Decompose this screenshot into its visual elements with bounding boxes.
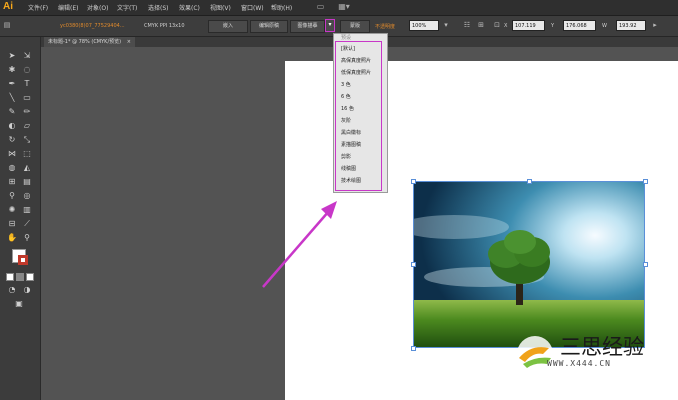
preset-sketched-art[interactable]: 素描图稿 [341, 141, 361, 148]
blend-tool-icon[interactable]: ◎ [21, 191, 33, 201]
opacity-label[interactable]: 不透明度 [375, 23, 395, 30]
app-logo: Ai [3, 1, 13, 12]
annotation-arrow [262, 201, 337, 288]
scale-tool-icon[interactable]: ⤡ [21, 135, 33, 145]
color-info: CMYK PPI 13x10 [144, 23, 185, 29]
rectangle-tool-icon[interactable]: ▭ [21, 93, 33, 103]
stroke-swatch[interactable] [18, 255, 28, 265]
preset-default[interactable]: [默认] [341, 45, 355, 52]
opacity-dropdown-icon[interactable]: ▾ [441, 20, 451, 31]
menu-select[interactable]: 选择(S) [148, 3, 169, 12]
mask-button[interactable]: 蒙版 [340, 20, 370, 33]
preset-silhouettes[interactable]: 剪影 [341, 153, 351, 160]
arrange-documents-icon[interactable]: ▦▾ [336, 2, 352, 12]
w-field[interactable]: 193.92 [616, 20, 646, 31]
resize-handle-top[interactable] [527, 179, 532, 184]
resize-handle-bottom-left[interactable] [411, 346, 416, 351]
close-icon[interactable]: × [127, 39, 131, 45]
x-field[interactable]: 107.119 [512, 20, 545, 31]
image-icon: ▤ [3, 21, 11, 29]
paintbrush-tool-icon[interactable]: ✎ [6, 107, 18, 117]
mesh-tool-icon[interactable]: ⊞ [6, 177, 18, 187]
tree-landscape-photo [414, 182, 644, 347]
reference-point-icon[interactable]: ⊡ [492, 20, 502, 31]
preset-low-fidelity-photo[interactable]: 低保真度照片 [341, 69, 371, 76]
x-label: X [504, 23, 508, 29]
preset-line-art[interactable]: 线稿图 [341, 165, 356, 172]
none-mode-swatch[interactable] [26, 273, 34, 281]
artboard-tool-icon[interactable]: ⊟ [6, 219, 18, 229]
type-tool-icon[interactable]: T [21, 79, 33, 89]
more-options-icon[interactable]: ▸ [650, 20, 660, 31]
align-icon[interactable]: ☷ [462, 20, 472, 31]
selection-tool-icon[interactable]: ➤ [6, 51, 18, 61]
linked-filename[interactable]: yc0380(8)07_77529404... [60, 23, 125, 29]
pencil-tool-icon[interactable]: ✏ [21, 107, 33, 117]
free-transform-tool-icon[interactable]: ⬚ [21, 149, 33, 159]
y-label: Y [551, 23, 555, 29]
placed-image[interactable] [413, 181, 645, 348]
magic-wand-tool-icon[interactable]: ✱ [6, 65, 18, 75]
menu-window[interactable]: 窗口(W) [241, 3, 264, 12]
resize-handle-top-left[interactable] [411, 179, 416, 184]
tools-panel: ➤ ⇲ ✱ ◌ ✒ T ╲ ▭ ✎ ✏ ◐ ▱ ↻ ⤡ ⋈ ⬚ ◍ ◭ ⊞ ▤ … [0, 37, 41, 400]
document-tab[interactable]: 未标题-1* @ 78% (CMYK/预览) × [44, 37, 135, 47]
pen-tool-icon[interactable]: ✒ [6, 79, 18, 89]
gradient-mode-swatch[interactable] [16, 273, 24, 281]
image-trace-button[interactable]: 图像描摹 [290, 20, 325, 33]
drawing-mode-icon[interactable]: ◔ [6, 285, 18, 295]
y-field[interactable]: 176.068 [563, 20, 596, 31]
width-tool-icon[interactable]: ⋈ [6, 149, 18, 159]
draw-behind-icon[interactable]: ◑ [21, 285, 33, 295]
preset-black-white-logo[interactable]: 黑白徽标 [341, 129, 361, 136]
bridge-icon[interactable]: ▭ [315, 2, 326, 12]
opacity-field[interactable]: 100% [409, 20, 439, 31]
document-tab-label: 未标题-1* @ 78% (CMYK/预览) [48, 39, 122, 45]
transform-icon[interactable]: ⊞ [476, 20, 486, 31]
menu-bar: Ai 文件(F) 编辑(E) 对象(O) 文字(T) 选择(S) 效果(C) 视… [0, 0, 678, 16]
w-label: W [602, 23, 607, 29]
preset-menu-header: 预设 [341, 35, 352, 41]
preset-grayscale[interactable]: 灰阶 [341, 117, 351, 124]
column-graph-tool-icon[interactable]: ▥ [21, 205, 33, 215]
hand-tool-icon[interactable]: ✋ [6, 233, 18, 243]
color-mode-swatch[interactable] [6, 273, 14, 281]
menu-effect[interactable]: 效果(C) [179, 3, 200, 12]
watermark-logo-icon [517, 336, 553, 372]
resize-handle-top-right[interactable] [643, 179, 648, 184]
menu-type[interactable]: 文字(T) [117, 3, 137, 12]
embed-button[interactable]: 嵌入 [208, 20, 248, 33]
preset-6-colors[interactable]: 6 色 [341, 93, 351, 100]
menu-view[interactable]: 视图(V) [210, 3, 231, 12]
resize-handle-right[interactable] [643, 262, 648, 267]
eyedropper-tool-icon[interactable]: ⚲ [6, 191, 18, 201]
menu-edit[interactable]: 编辑(E) [58, 3, 78, 12]
symbol-sprayer-tool-icon[interactable]: ✺ [6, 205, 18, 215]
gradient-tool-icon[interactable]: ▤ [21, 177, 33, 187]
eraser-tool-icon[interactable]: ▱ [21, 121, 33, 131]
preset-16-colors[interactable]: 16 色 [341, 105, 354, 112]
direct-selection-tool-icon[interactable]: ⇲ [21, 51, 33, 61]
menu-object[interactable]: 对象(O) [87, 3, 108, 12]
preset-technical-drawing[interactable]: 技术绘图 [341, 177, 361, 184]
slice-tool-icon[interactable]: ⟋ [21, 219, 33, 229]
zoom-tool-icon[interactable]: ⚲ [21, 233, 33, 243]
menu-help[interactable]: 帮助(H) [271, 3, 292, 12]
edit-original-button[interactable]: 编辑原稿 [250, 20, 288, 33]
blob-brush-tool-icon[interactable]: ◐ [6, 121, 18, 131]
shape-builder-tool-icon[interactable]: ◍ [6, 163, 18, 173]
rotate-tool-icon[interactable]: ↻ [6, 135, 18, 145]
menu-file[interactable]: 文件(F) [28, 3, 48, 12]
line-tool-icon[interactable]: ╲ [6, 93, 18, 103]
lasso-tool-icon[interactable]: ◌ [21, 65, 33, 75]
trace-preset-dropdown-icon[interactable]: ▾ [325, 19, 335, 32]
preset-high-fidelity-photo[interactable]: 高保真度照片 [341, 57, 371, 64]
preset-3-colors[interactable]: 3 色 [341, 81, 351, 88]
perspective-grid-tool-icon[interactable]: ◭ [21, 163, 33, 173]
watermark-title: 三思经验 [560, 335, 644, 359]
watermark-url: WWW.X444.CN [547, 359, 611, 368]
screen-mode-icon[interactable]: ▣ [13, 299, 25, 309]
resize-handle-left[interactable] [411, 262, 416, 267]
